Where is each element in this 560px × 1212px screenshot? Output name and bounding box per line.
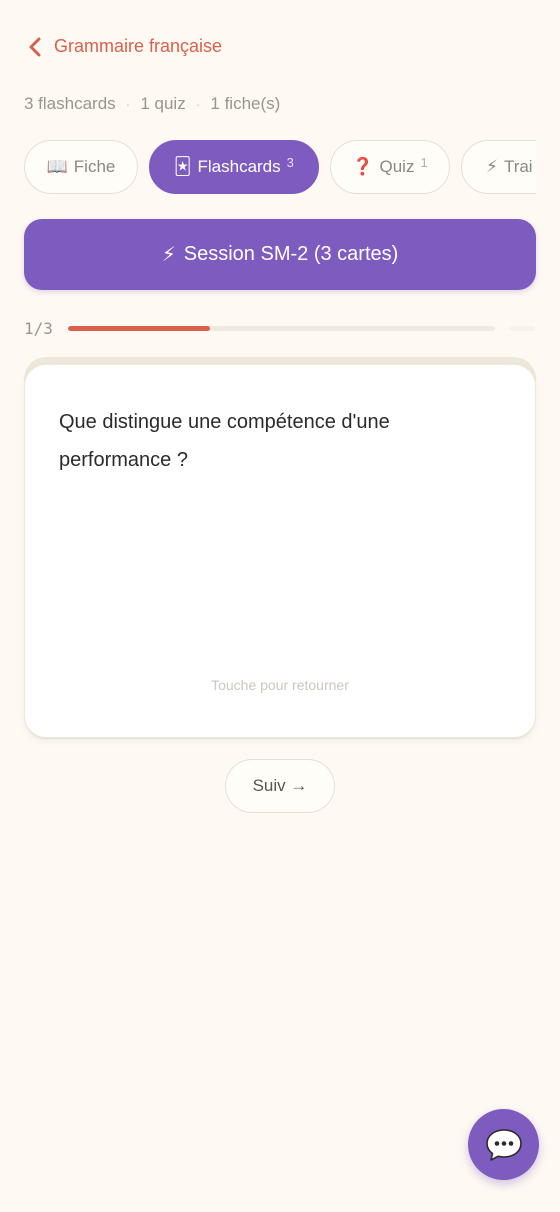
chat-bubble-icon bbox=[485, 1128, 522, 1161]
tab-label: Trai bbox=[503, 157, 533, 176]
chevron-left-icon bbox=[29, 37, 41, 56]
progress-ghost bbox=[509, 326, 535, 331]
tab-training[interactable]: ⚡ Trai bbox=[461, 140, 536, 194]
cards-icon: 🃏 bbox=[174, 157, 192, 176]
tab-count: 1 bbox=[420, 154, 428, 170]
flashcards-count: 3 flashcards bbox=[24, 94, 116, 113]
session-label: Session SM-2 (3 cartes) bbox=[183, 243, 399, 265]
book-icon: 📖 bbox=[46, 157, 68, 176]
progress-fill bbox=[68, 326, 211, 331]
progress-bar bbox=[68, 326, 495, 331]
flip-hint: Touche pour retourner bbox=[211, 677, 349, 693]
tab-quiz[interactable]: ❓ Quiz 1 bbox=[330, 140, 450, 194]
tab-bar[interactable]: 📖 Fiche 🃏 Flashcards 3 ❓ Quiz 1 ⚡ Trai bbox=[24, 140, 536, 196]
tab-count: 3 bbox=[286, 154, 294, 170]
tab-flashcards[interactable]: 🃏 Flashcards 3 bbox=[149, 140, 319, 194]
quiz-count: 1 quiz bbox=[140, 94, 186, 113]
tab-label: Fiche bbox=[73, 157, 116, 176]
progress-label: 1/3 bbox=[24, 319, 53, 338]
stats-separator: · bbox=[125, 96, 131, 112]
start-session-button[interactable]: ⚡ Session SM-2 (3 cartes) bbox=[24, 219, 536, 290]
chat-button[interactable] bbox=[468, 1109, 539, 1180]
progress-row: 1/3 bbox=[24, 319, 536, 338]
back-link-label: Grammaire française bbox=[54, 36, 223, 56]
lightning-icon: ⚡ bbox=[161, 244, 176, 266]
tab-fiche[interactable]: 📖 Fiche bbox=[24, 140, 138, 194]
stats-separator: · bbox=[195, 96, 201, 112]
question-mark-icon: ❓ bbox=[352, 157, 374, 176]
back-link[interactable]: Grammaire française bbox=[28, 36, 222, 57]
card-question: Que distingue une compétence d'une perfo… bbox=[59, 411, 390, 471]
deck-stats: 3 flashcards · 1 quiz · 1 fiche(s) bbox=[24, 94, 280, 114]
lightning-icon: ⚡ bbox=[486, 157, 498, 176]
flashcard[interactable]: Que distingue une compétence d'une perfo… bbox=[24, 364, 536, 738]
next-button[interactable]: Suiv → bbox=[225, 759, 335, 813]
tab-label: Flashcards bbox=[197, 157, 281, 176]
tab-label: Quiz bbox=[379, 157, 415, 176]
fiches-count: 1 fiche(s) bbox=[210, 94, 281, 113]
